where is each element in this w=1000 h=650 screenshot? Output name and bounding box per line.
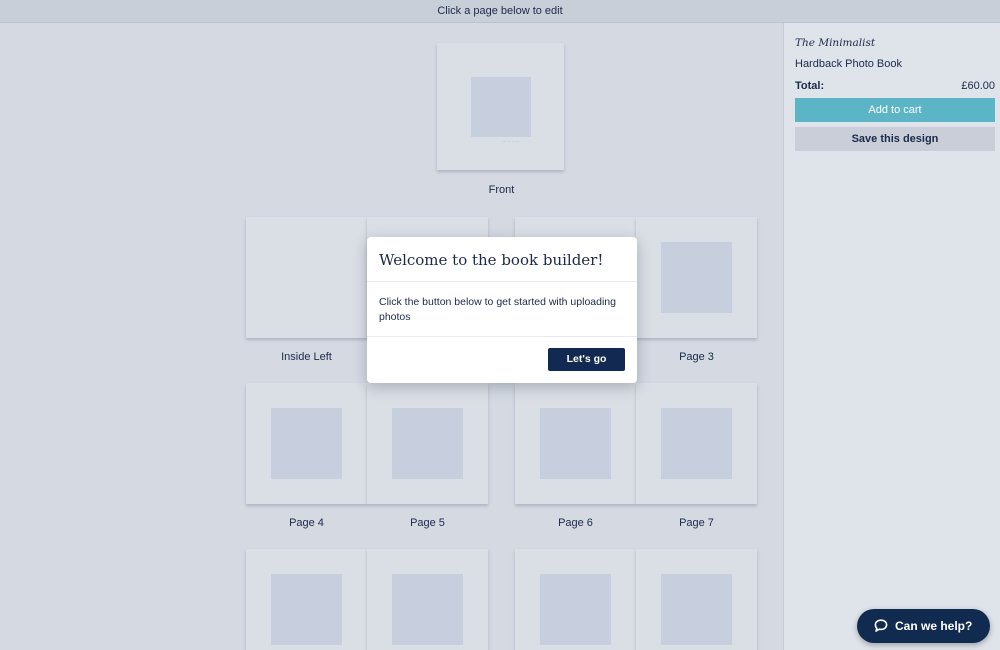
page-6[interactable] — [515, 383, 636, 504]
welcome-modal: Welcome to the book builder! Click the b… — [367, 237, 637, 383]
page-label-7: Page 7 — [679, 517, 714, 529]
cover-text-mark: — — — — — [503, 139, 520, 143]
page-label-3: Page 3 — [679, 351, 714, 363]
modal-divider — [367, 281, 637, 282]
photo-slot[interactable] — [661, 574, 732, 645]
page-9[interactable] — [367, 549, 488, 650]
page-label-inside-left: Inside Left — [281, 351, 332, 363]
total-price: £60.00 — [961, 80, 995, 92]
top-instruction-bar: Click a page below to edit — [0, 0, 1000, 23]
page-label-front: Front — [488, 184, 515, 196]
modal-body-text: Click the button below to get started wi… — [379, 296, 616, 323]
modal-divider — [367, 336, 637, 337]
photo-slot[interactable] — [392, 574, 463, 645]
order-sidebar: The Minimalist Hardback Photo Book Total… — [783, 23, 1000, 650]
page-5[interactable] — [367, 383, 488, 504]
photo-slot[interactable] — [661, 408, 732, 479]
lets-go-button[interactable]: Let's go — [548, 348, 625, 371]
page-label-5: Page 5 — [410, 517, 445, 529]
page-11[interactable] — [636, 549, 757, 650]
save-design-button[interactable]: Save this design — [795, 127, 995, 151]
page-label-6: Page 6 — [558, 517, 593, 529]
photo-slot[interactable] — [661, 242, 732, 313]
page-3[interactable] — [636, 217, 757, 338]
book-title: The Minimalist — [795, 37, 876, 49]
book-type: Hardback Photo Book — [795, 58, 903, 70]
help-label: Can we help? — [895, 619, 973, 633]
photo-slot[interactable] — [271, 408, 342, 479]
help-chat-button[interactable]: Can we help? — [857, 609, 990, 643]
modal-title: Welcome to the book builder! — [379, 251, 604, 269]
chat-bubble-icon — [874, 619, 888, 632]
page-label-4: Page 4 — [289, 517, 324, 529]
page-7[interactable] — [636, 383, 757, 504]
photo-slot[interactable] — [392, 408, 463, 479]
photo-slot[interactable] — [271, 574, 342, 645]
page-inside-left[interactable] — [246, 217, 367, 338]
page-front[interactable]: — — — — — [437, 43, 564, 170]
page-10[interactable] — [515, 549, 636, 650]
photo-slot[interactable] — [471, 77, 531, 137]
total-label: Total: — [795, 80, 825, 92]
page-8[interactable] — [246, 549, 367, 650]
add-to-cart-button[interactable]: Add to cart — [795, 98, 995, 122]
page-4[interactable] — [246, 383, 367, 504]
instruction-text: Click a page below to edit — [437, 5, 563, 17]
photo-slot[interactable] — [540, 408, 611, 479]
photo-slot[interactable] — [540, 574, 611, 645]
